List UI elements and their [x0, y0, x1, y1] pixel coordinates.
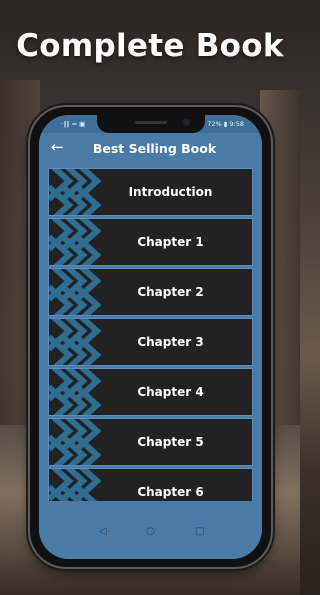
chapter-item-4[interactable]: Chapter 4: [48, 368, 253, 416]
banner-title: Complete Book: [16, 28, 284, 64]
phone-screen: ·∥∥ ≈ ▣ 72% ▮ 9:58 ← Best Selling Book I…: [39, 115, 262, 559]
app-bar: ← Best Selling Book: [39, 133, 262, 163]
chapter-item-2[interactable]: Chapter 2: [48, 268, 253, 316]
status-right-info: 72% ▮ 9:58: [207, 120, 244, 128]
phone-frame: ·∥∥ ≈ ▣ 72% ▮ 9:58 ← Best Selling Book I…: [30, 107, 271, 567]
nav-back-icon[interactable]: ◁: [99, 526, 107, 537]
speaker-grille: [135, 121, 167, 124]
phone-notch: [97, 115, 205, 133]
chapter-item-5[interactable]: Chapter 5: [48, 418, 253, 466]
chapter-item-1[interactable]: Chapter 1: [48, 218, 253, 266]
nav-recent-icon[interactable]: □: [195, 526, 204, 537]
chapter-list: Introduction Chapter 1 Chapter 2 Chapter…: [48, 168, 253, 518]
status-left-icons: ·∥∥ ≈ ▣: [61, 120, 86, 128]
chapter-item-label: Chapter 5: [137, 435, 204, 449]
nav-home-icon[interactable]: ○: [146, 526, 155, 537]
chapter-item-introduction[interactable]: Introduction: [48, 168, 253, 216]
chapter-item-label: Introduction: [128, 185, 213, 199]
chapter-item-3[interactable]: Chapter 3: [48, 318, 253, 366]
chapter-item-label: Chapter 4: [137, 385, 204, 399]
system-nav-bar: ◁ ○ □: [39, 501, 262, 559]
app-title: Best Selling Book: [92, 141, 217, 156]
chapter-item-label: Chapter 1: [137, 235, 204, 249]
chapter-item-label: Chapter 2: [137, 285, 204, 299]
chapter-item-label: Chapter 3: [137, 335, 204, 349]
front-camera-icon: [183, 119, 190, 126]
